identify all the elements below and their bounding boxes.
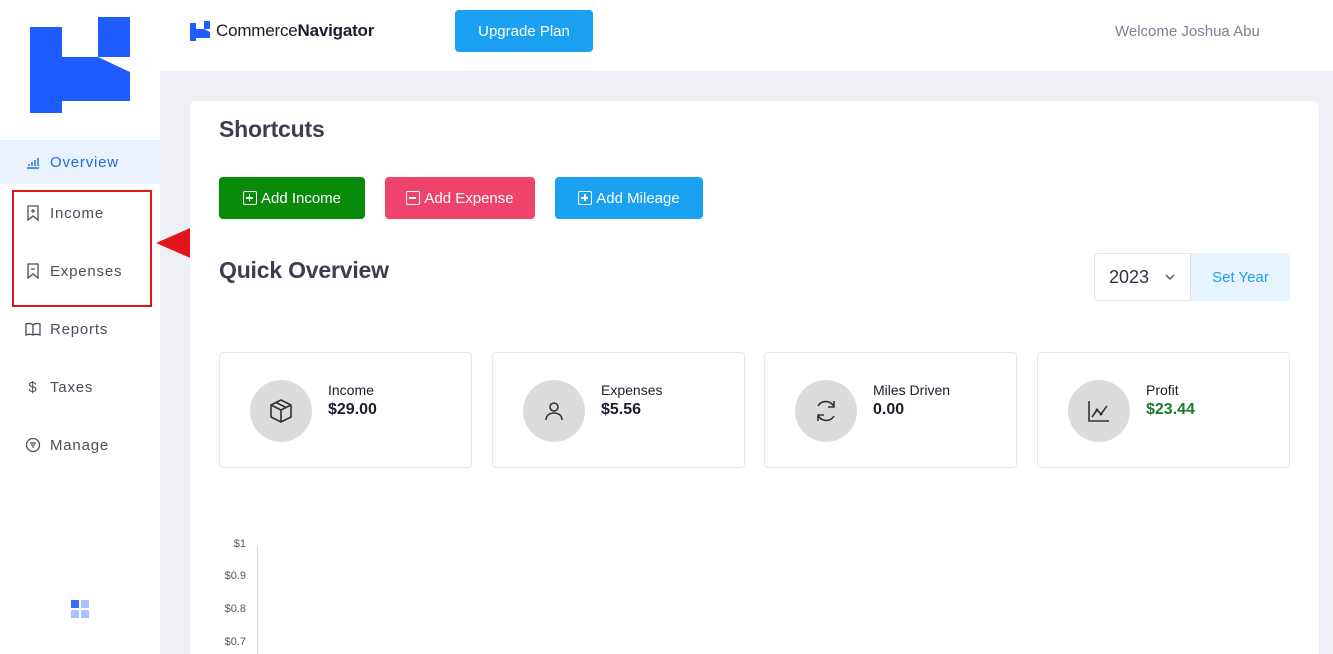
brand-name-suffix: Navigator: [297, 21, 375, 40]
stat-card-income: Income $29.00: [219, 352, 472, 468]
sidebar-item-label: Manage: [50, 436, 110, 454]
main-card: Shortcuts Add Income Add Expense Add Mil…: [190, 101, 1319, 654]
book-icon: [24, 320, 42, 338]
plus-square-icon: [578, 191, 593, 205]
apps-grid-icon[interactable]: [71, 600, 89, 618]
stat-card-expenses: Expenses $5.56: [492, 352, 745, 468]
dollar-icon: $: [28, 378, 38, 396]
stat-card-profit: Profit $23.44: [1037, 352, 1290, 468]
sidebar-item-label: Overview: [50, 153, 119, 171]
chevron-down-icon: [1165, 274, 1175, 280]
stat-icon-circle: [523, 380, 585, 442]
stat-value: $5.56: [601, 401, 642, 418]
filter-circle-icon: [24, 436, 42, 454]
box-icon: [270, 399, 292, 423]
stat-label: Income: [328, 382, 374, 398]
set-year-button[interactable]: Set Year: [1191, 253, 1290, 301]
user-icon: [545, 402, 563, 421]
add-income-button[interactable]: Add Income: [219, 177, 365, 219]
sidebar-item-label: Reports: [50, 320, 109, 338]
stat-icon-circle: [795, 380, 857, 442]
highlight-box: [12, 190, 152, 307]
refresh-icon: [817, 400, 835, 422]
top-header: Commerce Navigator Upgrade Plan Welcome J…: [160, 0, 1333, 71]
add-expense-label: Add Expense: [424, 189, 514, 207]
y-tick-label: $1: [233, 538, 246, 550]
year-select[interactable]: 2023: [1094, 253, 1191, 301]
app-logo[interactable]: [30, 17, 130, 113]
brand[interactable]: Commerce Navigator: [190, 21, 374, 41]
overview-chart: $1 $0.9 $0.8 $0.7: [210, 526, 310, 654]
brand-logo-icon: [190, 21, 210, 41]
bar-chart-icon: [24, 153, 42, 171]
year-value: 2023: [1109, 266, 1150, 287]
stat-label: Expenses: [601, 382, 663, 398]
sidebar-item-overview[interactable]: Overview: [0, 140, 160, 184]
brand-name-prefix: Commerce: [216, 21, 298, 40]
line-chart-icon: [1088, 401, 1109, 422]
quick-overview-title: Quick Overview: [219, 257, 389, 283]
y-tick-label: $0.9: [224, 570, 246, 582]
plus-square-icon: [242, 191, 257, 205]
add-expense-button[interactable]: Add Expense: [385, 177, 535, 219]
shortcuts-title: Shortcuts: [219, 116, 325, 142]
stat-value: $23.44: [1146, 401, 1195, 418]
stat-value: $29.00: [328, 401, 377, 418]
sidebar-item-taxes[interactable]: $ Taxes: [0, 365, 160, 409]
add-mileage-label: Add Mileage: [596, 189, 680, 207]
stat-icon-circle: [250, 380, 312, 442]
stat-icon-circle: [1068, 380, 1130, 442]
sidebar-item-label: Taxes: [50, 378, 94, 396]
sidebar-item-manage[interactable]: Manage: [0, 423, 160, 467]
sidebar-item-reports[interactable]: Reports: [0, 307, 160, 351]
stat-label: Miles Driven: [873, 382, 951, 398]
stat-value: 0.00: [873, 401, 905, 418]
stat-label: Profit: [1146, 382, 1179, 398]
y-axis-line: [257, 545, 258, 654]
welcome-text: Welcome Joshua Abu: [1115, 23, 1260, 40]
y-tick-label: $0.8: [224, 603, 246, 615]
upgrade-plan-button[interactable]: Upgrade Plan: [455, 10, 593, 52]
y-tick-label: $0.7: [224, 636, 246, 648]
add-mileage-button[interactable]: Add Mileage: [555, 177, 703, 219]
add-income-label: Add Income: [260, 189, 342, 207]
minus-square-icon: [406, 191, 421, 205]
stat-card-miles: Miles Driven 0.00: [764, 352, 1017, 468]
sidebar: Overview Income Expenses Reports $ Taxes…: [0, 0, 160, 654]
